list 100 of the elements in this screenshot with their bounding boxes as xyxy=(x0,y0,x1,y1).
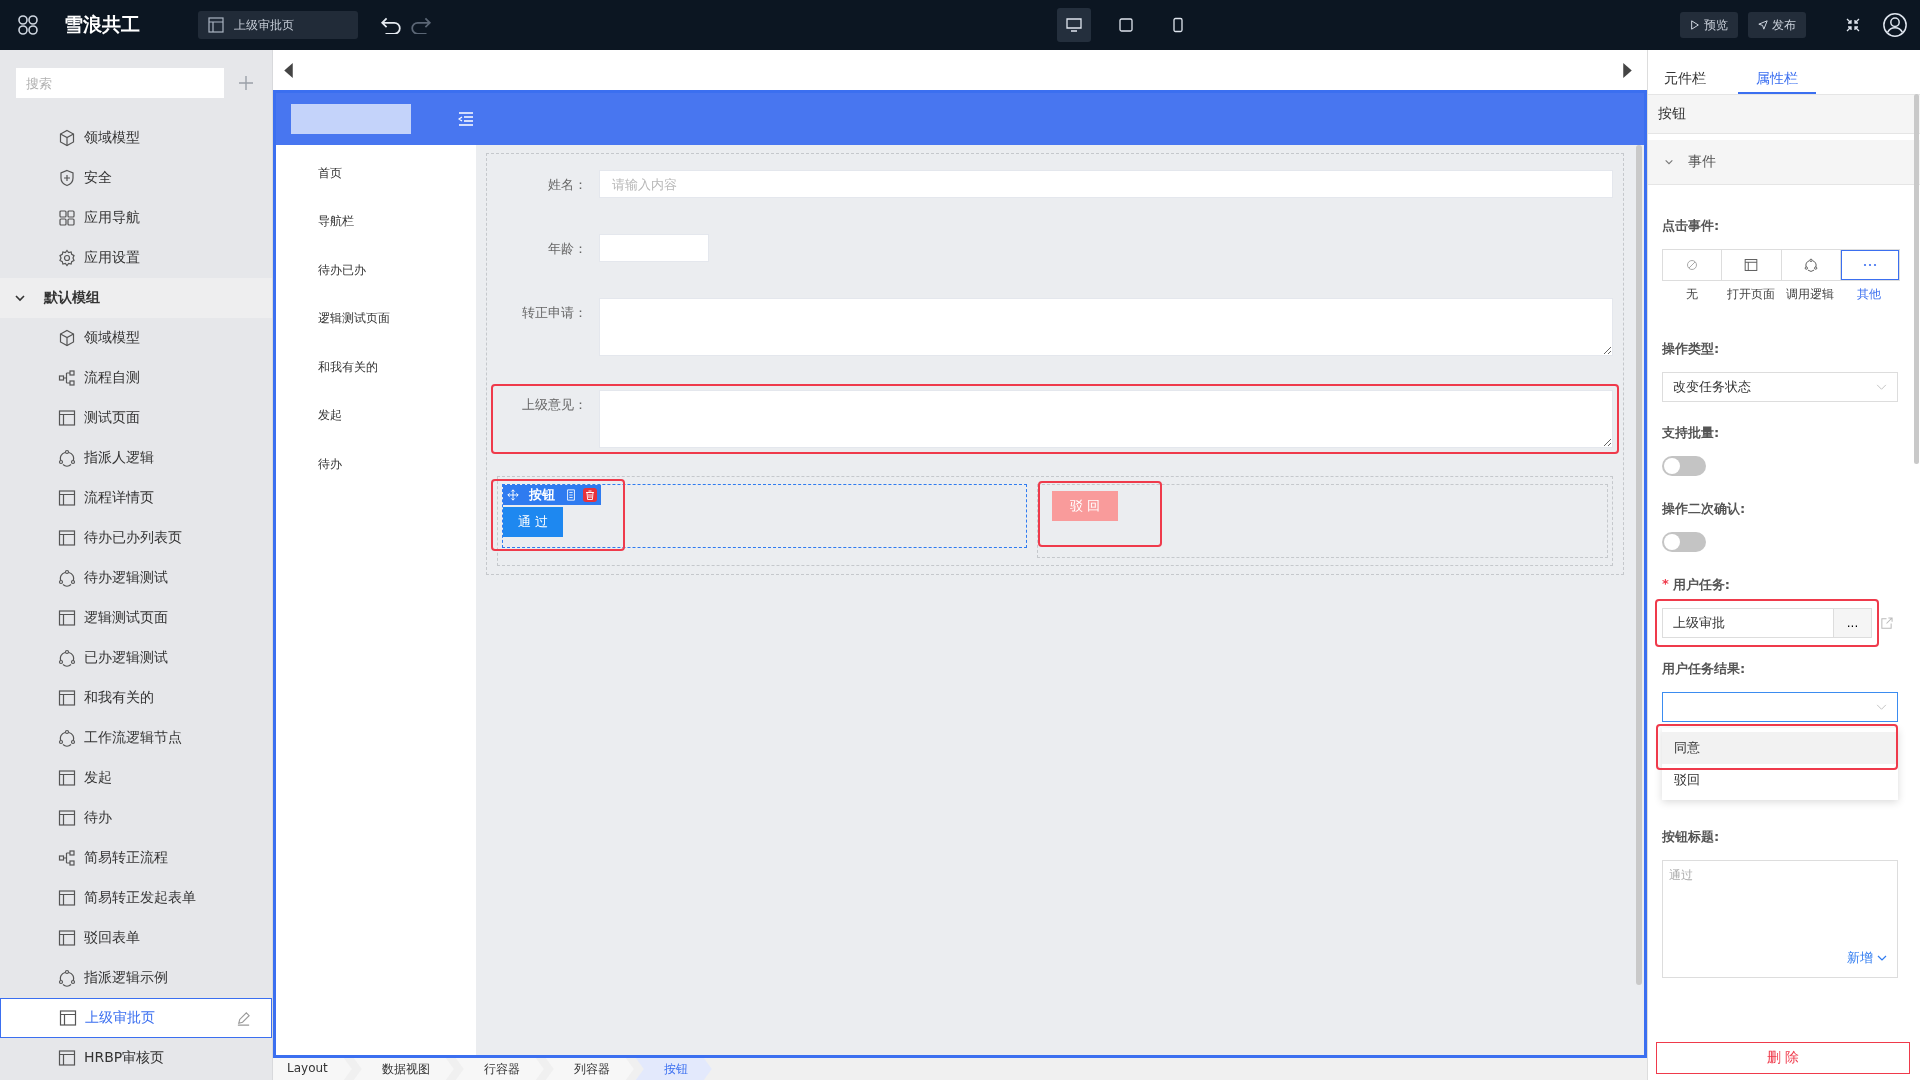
sidebar-item[interactable]: 简易转正发起表单 xyxy=(0,878,272,918)
sidebar-item[interactable]: 领域模型 xyxy=(0,318,272,358)
scrollbar[interactable] xyxy=(1636,145,1642,985)
page-icon xyxy=(1744,258,1759,272)
apps-icon[interactable] xyxy=(16,13,40,37)
sidebar-item[interactable]: HRBP审核页 xyxy=(0,1038,272,1078)
redo-icon[interactable] xyxy=(410,16,432,34)
external-link-icon[interactable] xyxy=(1880,616,1893,630)
preview-button[interactable]: 预览 xyxy=(1680,12,1738,38)
app-name: 雪浪共工 xyxy=(64,12,141,37)
sidebar-item[interactable]: 驳回表单 xyxy=(0,918,272,958)
monitor-icon xyxy=(1066,17,1082,33)
breadcrumb-item[interactable]: 数据视图 xyxy=(353,1058,454,1080)
menu-icon[interactable] xyxy=(458,112,474,126)
sidebar-item[interactable]: 待办 xyxy=(0,798,272,838)
section-header[interactable]: 事件 xyxy=(1648,140,1920,185)
operation-type-select[interactable]: 改变任务状态 xyxy=(1662,372,1898,402)
sidebar-item[interactable]: 应用设置 xyxy=(0,238,272,278)
field-label: 用户任务结果: xyxy=(1662,660,1747,678)
nav-item[interactable]: 导航栏 xyxy=(276,197,476,246)
phone-icon xyxy=(1170,17,1186,33)
field-label: 姓名： xyxy=(547,176,588,194)
delete-icon[interactable] xyxy=(583,488,597,502)
copy-icon[interactable] xyxy=(565,489,577,501)
field-label: 年龄： xyxy=(547,240,588,258)
sidebar-item[interactable]: 流程详情页 xyxy=(0,478,272,518)
text-field[interactable]: 请输入内容 xyxy=(599,170,1613,198)
toggle-switch[interactable] xyxy=(1662,532,1706,552)
panel-tab[interactable]: 元件栏 xyxy=(1662,70,1718,94)
field-label: 转正申请： xyxy=(521,304,588,322)
move-icon[interactable] xyxy=(507,489,519,501)
field-label: 点击事件: xyxy=(1662,217,1721,235)
avatar-icon[interactable] xyxy=(1882,12,1908,38)
ban-icon xyxy=(1686,259,1699,271)
sidebar-item[interactable]: 待办已办列表页 xyxy=(0,518,272,558)
scroll-right-icon[interactable] xyxy=(1622,61,1633,79)
sidebar-item[interactable]: 流程自测 xyxy=(0,358,272,398)
undo-icon[interactable] xyxy=(380,16,402,34)
chevron-icon xyxy=(14,292,26,304)
nav-item[interactable]: 待办已办 xyxy=(276,246,476,295)
sidebar-item[interactable]: 简易转正流程 xyxy=(0,838,272,878)
required-mark: * xyxy=(1662,576,1669,593)
sidebar-item[interactable]: 工作流逻辑节点 xyxy=(0,718,272,758)
scrollbar[interactable] xyxy=(1914,94,1919,464)
sidebar-item[interactable]: 安全 xyxy=(0,158,272,198)
sidebar-item[interactable]: 和我有关的 xyxy=(0,678,272,718)
field-label: 按钮标题: xyxy=(1662,828,1721,846)
breadcrumb-item[interactable]: 列容器 xyxy=(545,1058,634,1080)
sidebar-item[interactable]: 已办逻辑测试 xyxy=(0,638,272,678)
send-icon xyxy=(1758,20,1768,30)
collapse-icon[interactable] xyxy=(1846,18,1860,32)
event-option-label: 打开页面 xyxy=(1725,287,1776,302)
publish-button[interactable]: 发布 xyxy=(1748,12,1806,38)
approve-button[interactable]: 通 过 xyxy=(503,507,564,537)
chevron-icon xyxy=(1664,157,1674,167)
field-label: 用户任务: xyxy=(1672,576,1730,594)
event-option-label: 其他 xyxy=(1855,287,1882,302)
sidebar-item[interactable]: 测试页面 xyxy=(0,398,272,438)
nav-item[interactable]: 首页 xyxy=(276,149,476,198)
nav-item[interactable]: 和我有关的 xyxy=(276,343,476,392)
field-label: 操作二次确认: xyxy=(1662,500,1747,518)
add-icon[interactable] xyxy=(238,75,254,91)
component-title: 按钮 xyxy=(1648,95,1920,134)
play-icon xyxy=(1690,20,1700,30)
edit-icon[interactable] xyxy=(236,1010,251,1026)
sidebar-item[interactable]: 发起 xyxy=(0,758,272,798)
event-option-label: 无 xyxy=(1684,287,1699,302)
sidebar-item[interactable]: 领域模型 xyxy=(0,118,272,158)
button-title-field[interactable]: 通过 新增 xyxy=(1662,860,1898,978)
field-label: 操作类型: xyxy=(1662,340,1721,358)
caret-icon xyxy=(1877,953,1887,963)
more-event-option[interactable] xyxy=(1840,250,1899,280)
sidebar-item[interactable]: 指派逻辑示例 xyxy=(0,958,272,998)
breadcrumb-item[interactable]: 行容器 xyxy=(455,1058,544,1080)
add-link[interactable]: 新增 xyxy=(1847,949,1887,967)
event-option-label: 调用逻辑 xyxy=(1784,287,1835,302)
scroll-left-icon[interactable] xyxy=(283,61,294,79)
field-label: 上级意见： xyxy=(521,396,588,414)
sidebar-item[interactable]: 上级审批页 xyxy=(0,998,272,1038)
module-group-header[interactable]: 默认模组 xyxy=(0,278,272,318)
toggle-switch[interactable] xyxy=(1662,456,1706,476)
sidebar-item[interactable]: 应用导航 xyxy=(0,198,272,238)
text-field[interactable] xyxy=(599,234,709,262)
dropdown-option[interactable]: 同意 xyxy=(1662,732,1898,764)
search-field[interactable]: 搜索 xyxy=(16,68,224,98)
dropdown-option[interactable]: 驳回 xyxy=(1662,764,1898,796)
page-tab[interactable]: 上级审批页 xyxy=(198,11,358,39)
nav-item[interactable]: 逻辑测试页面 xyxy=(276,294,476,343)
sidebar-item[interactable]: 待办逻辑测试 xyxy=(0,558,272,598)
nav-item[interactable]: 发起 xyxy=(276,391,476,440)
field-label: 支持批量: xyxy=(1662,424,1721,442)
sidebar-item[interactable]: 指派人逻辑 xyxy=(0,438,272,478)
desktop-view-button[interactable] xyxy=(1057,8,1091,42)
sidebar-item[interactable]: 逻辑测试页面 xyxy=(0,598,272,638)
task-result-select[interactable] xyxy=(1662,692,1898,722)
breadcrumb-item[interactable]: 按钮 xyxy=(635,1058,712,1080)
nav-item[interactable]: 待办 xyxy=(276,440,476,489)
caret-icon xyxy=(1876,383,1887,391)
breadcrumb-item[interactable]: Layout xyxy=(273,1058,352,1080)
delete-button[interactable]: 删 除 xyxy=(1656,1042,1910,1074)
